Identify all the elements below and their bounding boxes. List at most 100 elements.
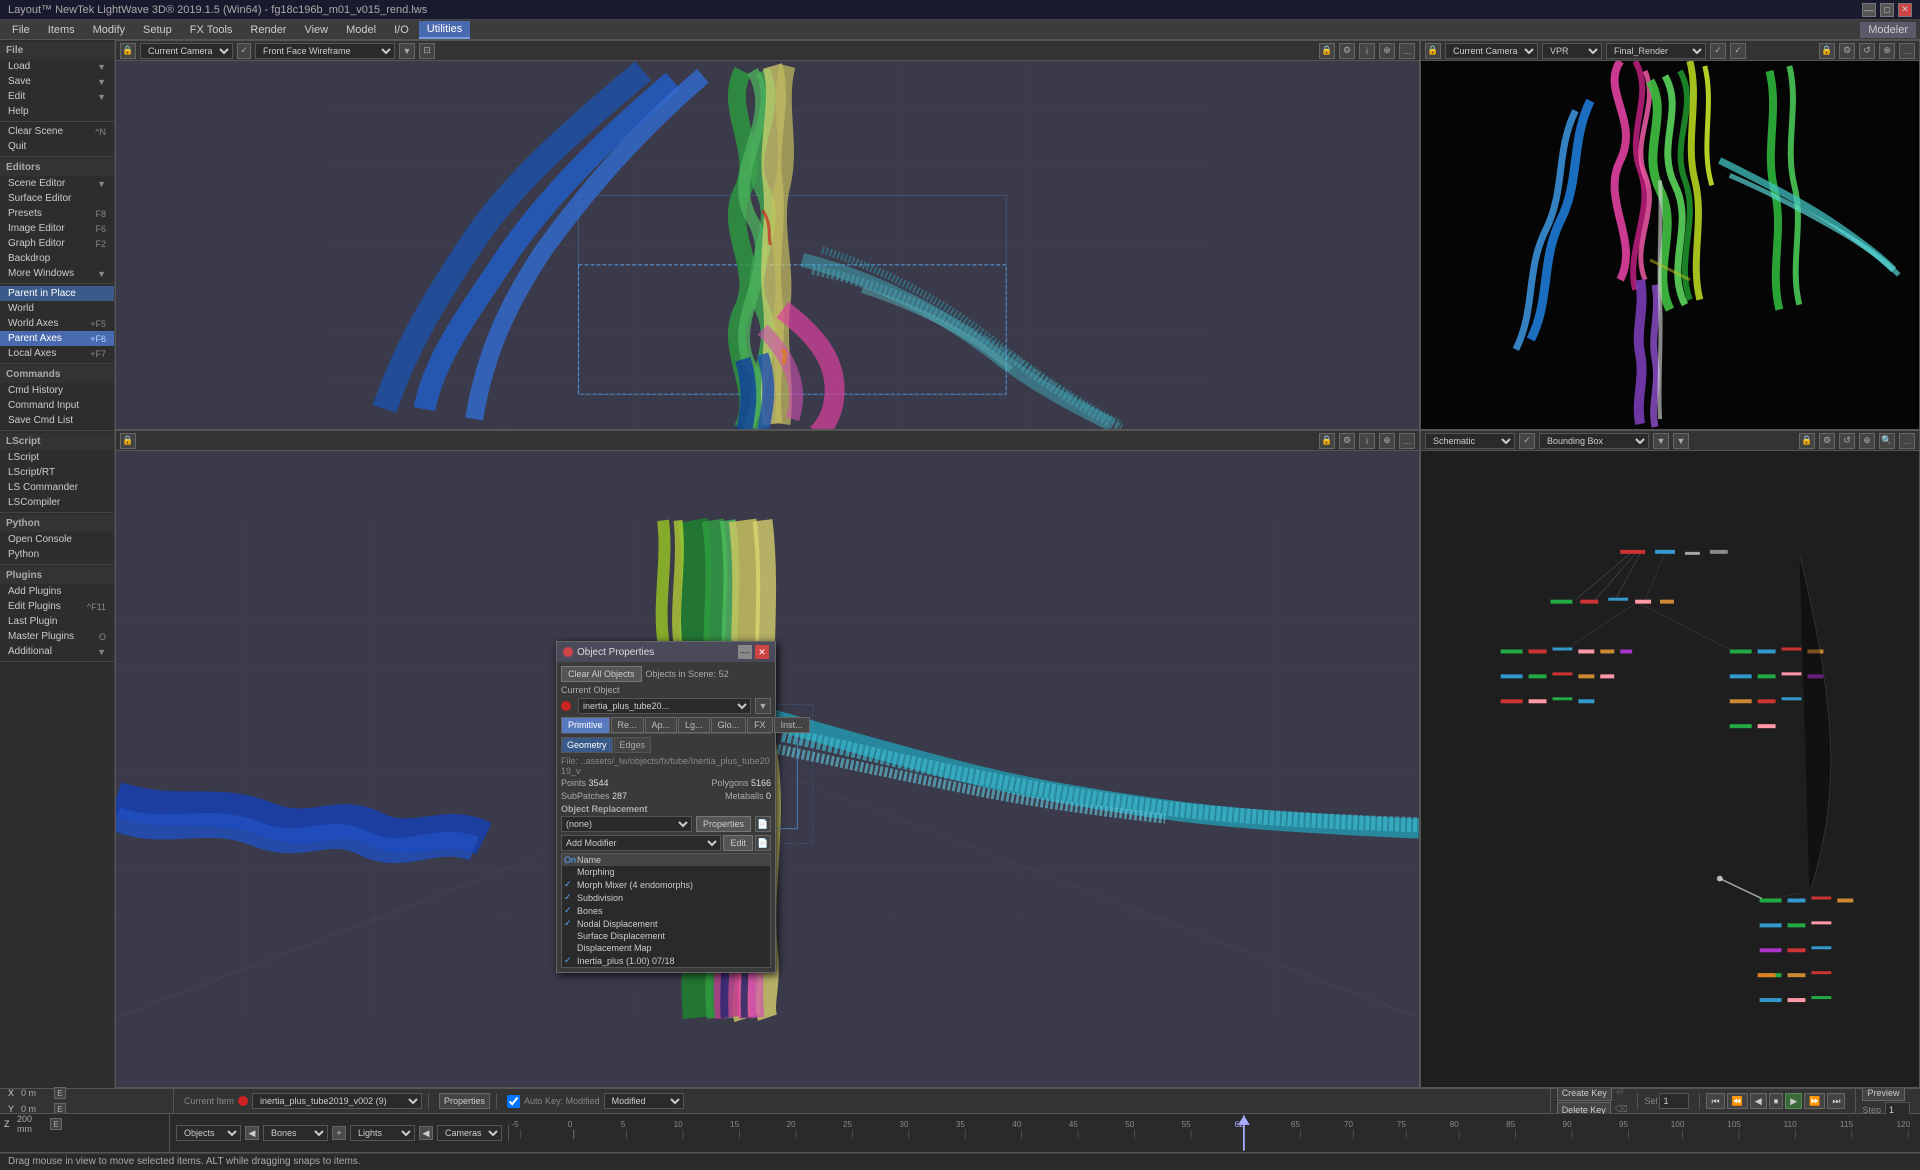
main-vp-icon[interactable]: 🔒 (120, 433, 136, 449)
vp1-camera-select[interactable]: Current Camera (140, 43, 233, 59)
objects-select[interactable]: Objects (176, 1125, 241, 1141)
current-object-select[interactable]: inertia_plus_tube20... (578, 698, 751, 714)
schematic-mode-btn[interactable]: ▼ (1653, 433, 1669, 449)
menu-modify[interactable]: Modify (85, 22, 133, 38)
timeline-ruler[interactable]: -5 0 5 10 15 20 25 30 35 40 45 50 55 62 … (509, 1114, 1920, 1152)
sidebar-item-cmd-history[interactable]: Cmd History (0, 383, 114, 398)
sidebar-item-more-windows[interactable]: More Windows ▼ (0, 266, 114, 281)
sidebar-item-world-axes[interactable]: World Axes +F5 (0, 316, 114, 331)
schematic-mode-btn2[interactable]: ▼ (1673, 433, 1689, 449)
sidebar-item-open-console[interactable]: Open Console (0, 532, 114, 547)
main-vp-expand[interactable]: ⊕ (1379, 433, 1395, 449)
schematic-settings[interactable]: ⚙ (1819, 433, 1835, 449)
menu-file[interactable]: File (4, 22, 38, 38)
replacement-icon[interactable]: 📄 (755, 816, 771, 832)
vp1-mode-btn[interactable]: ▼ (399, 43, 415, 59)
dialog-minimize-btn[interactable]: — (738, 645, 752, 659)
sidebar-item-save-cmd-list[interactable]: Save Cmd List (0, 413, 114, 428)
sidebar-item-lscript-rt[interactable]: LScript/RT (0, 465, 114, 480)
left-viewport[interactable]: 🔒 Current Camera ✓ Front Face Wireframe … (115, 40, 1420, 430)
tab-ap[interactable]: Ap... (645, 717, 678, 733)
dialog-close-btn[interactable]: ✕ (755, 645, 769, 659)
autokey-checkbox[interactable] (507, 1095, 520, 1108)
modifier-subdivision[interactable]: ✓ Subdivision (562, 891, 770, 904)
schematic-more[interactable]: … (1899, 433, 1915, 449)
sidebar-item-additional[interactable]: Additional ▼ (0, 644, 114, 659)
go-start-btn[interactable]: ⏮ (1706, 1093, 1724, 1109)
edit-modifier-btn[interactable]: Edit (723, 835, 753, 851)
vp2-info[interactable]: ↺ (1859, 43, 1875, 59)
sidebar-item-world[interactable]: World (0, 301, 114, 316)
vp2-chk[interactable]: ✓ (1710, 43, 1726, 59)
main-vp-more[interactable]: … (1399, 433, 1415, 449)
step-fwd-btn[interactable]: ⏩ (1804, 1093, 1825, 1109)
schematic-chk[interactable]: ✓ (1519, 433, 1535, 449)
sidebar-item-backdrop[interactable]: Backdrop (0, 251, 114, 266)
modifier-inertia[interactable]: ✓ Inertia_plus (1.00) 07/18 (562, 954, 770, 967)
right-viewport[interactable]: 🔒 Current Camera VPR Final_Render ✓ ✓ (1420, 40, 1920, 430)
modifier-morphing[interactable]: Morphing (562, 866, 770, 878)
vp1-lock-btn[interactable]: 🔒 (1319, 43, 1335, 59)
stop-btn[interactable]: ⏹ (1769, 1093, 1784, 1109)
vp2-render-select[interactable]: Final_Render (1606, 43, 1706, 59)
modifier-bones[interactable]: ✓ Bones (562, 904, 770, 917)
lights-sep-btn[interactable]: ◀ (419, 1126, 433, 1140)
menu-modeler[interactable]: Modeler (1860, 22, 1916, 38)
sidebar-item-parent-axes[interactable]: Parent Axes +F6 (0, 331, 114, 346)
current-item-select[interactable]: inertia_plus_tube2019_v002 (9) (252, 1093, 422, 1109)
vp1-icon1[interactable]: 🔒 (120, 43, 136, 59)
schematic-mode-select[interactable]: Schematic (1425, 433, 1515, 449)
main-vp-info[interactable]: i (1359, 433, 1375, 449)
objects-select-btn[interactable]: ◀ (245, 1126, 259, 1140)
vp2-vpr-select[interactable]: VPR (1542, 43, 1602, 59)
object-properties-dialog[interactable]: Object Properties — ✕ Clear All Objects (556, 641, 776, 973)
modifier-icon[interactable]: 📄 (755, 835, 771, 851)
tab-glo[interactable]: Glo... (711, 717, 747, 733)
menu-setup[interactable]: Setup (135, 22, 180, 38)
tab-re[interactable]: Re... (611, 717, 644, 733)
sidebar-item-scene-editor[interactable]: Scene Editor ▼ (0, 176, 114, 191)
play-back-btn[interactable]: ◀ (1750, 1093, 1767, 1109)
schematic-expand[interactable]: ⊕ (1859, 433, 1875, 449)
schematic-viewport[interactable]: Schematic ✓ Bounding Box ▼ ▼ 🔒 ⚙ ↺ ⊕ (1420, 430, 1920, 1088)
main-vp-settings[interactable]: ⚙ (1339, 433, 1355, 449)
schematic-mode2-select[interactable]: Bounding Box (1539, 433, 1649, 449)
vp2-expand[interactable]: ⊕ (1879, 43, 1895, 59)
vp2-more[interactable]: … (1899, 43, 1915, 59)
subtab-geometry[interactable]: Geometry (561, 737, 613, 753)
sidebar-item-local-axes[interactable]: Local Axes +F7 (0, 346, 114, 361)
close-btn[interactable]: ✕ (1898, 3, 1912, 17)
schematic-content[interactable] (1421, 451, 1919, 1087)
right-viewport-content[interactable] (1421, 61, 1919, 429)
schematic-zoom[interactable]: 🔍 (1879, 433, 1895, 449)
maximize-btn[interactable]: □ (1880, 3, 1894, 17)
menu-render[interactable]: Render (242, 22, 294, 38)
vp1-more-btn[interactable]: … (1399, 43, 1415, 59)
sel-input[interactable] (1659, 1093, 1689, 1109)
step-back-btn[interactable]: ⏪ (1727, 1093, 1748, 1109)
modifier-displacement-map[interactable]: Displacement Map (562, 942, 770, 954)
bones-select[interactable]: Bones (263, 1125, 328, 1141)
replacement-select[interactable]: (none) (561, 816, 692, 832)
object-select-arrow[interactable]: ▼ (755, 698, 771, 714)
vp2-chk2[interactable]: ✓ (1730, 43, 1746, 59)
z-pos-e-btn[interactable]: E (50, 1118, 62, 1130)
vp1-expand-btn[interactable]: ⊡ (419, 43, 435, 59)
properties-btn[interactable]: Properties (696, 816, 751, 832)
left-viewport-content[interactable] (116, 61, 1419, 429)
tab-fx[interactable]: FX (747, 717, 773, 733)
sidebar-item-image-editor[interactable]: Image Editor F6 (0, 221, 114, 236)
menu-view[interactable]: View (296, 22, 336, 38)
tab-primitive[interactable]: Primitive (561, 717, 610, 733)
sidebar-item-parent-in-place[interactable]: Parent in Place (0, 286, 114, 301)
sidebar-item-python[interactable]: Python (0, 547, 114, 562)
sidebar-item-save[interactable]: Save ▼ (0, 74, 114, 89)
sidebar-item-add-plugins[interactable]: Add Plugins (0, 584, 114, 599)
menu-fxtools[interactable]: FX Tools (182, 22, 241, 38)
sidebar-item-surface-editor[interactable]: Surface Editor (0, 191, 114, 206)
sidebar-item-help[interactable]: Help (0, 104, 114, 119)
add-modifier-select[interactable]: Add Modifier (561, 835, 721, 851)
vp1-maximize-btn[interactable]: ⊕ (1379, 43, 1395, 59)
sidebar-item-edit[interactable]: Edit ▼ (0, 89, 114, 104)
minimize-btn[interactable]: — (1862, 3, 1876, 17)
